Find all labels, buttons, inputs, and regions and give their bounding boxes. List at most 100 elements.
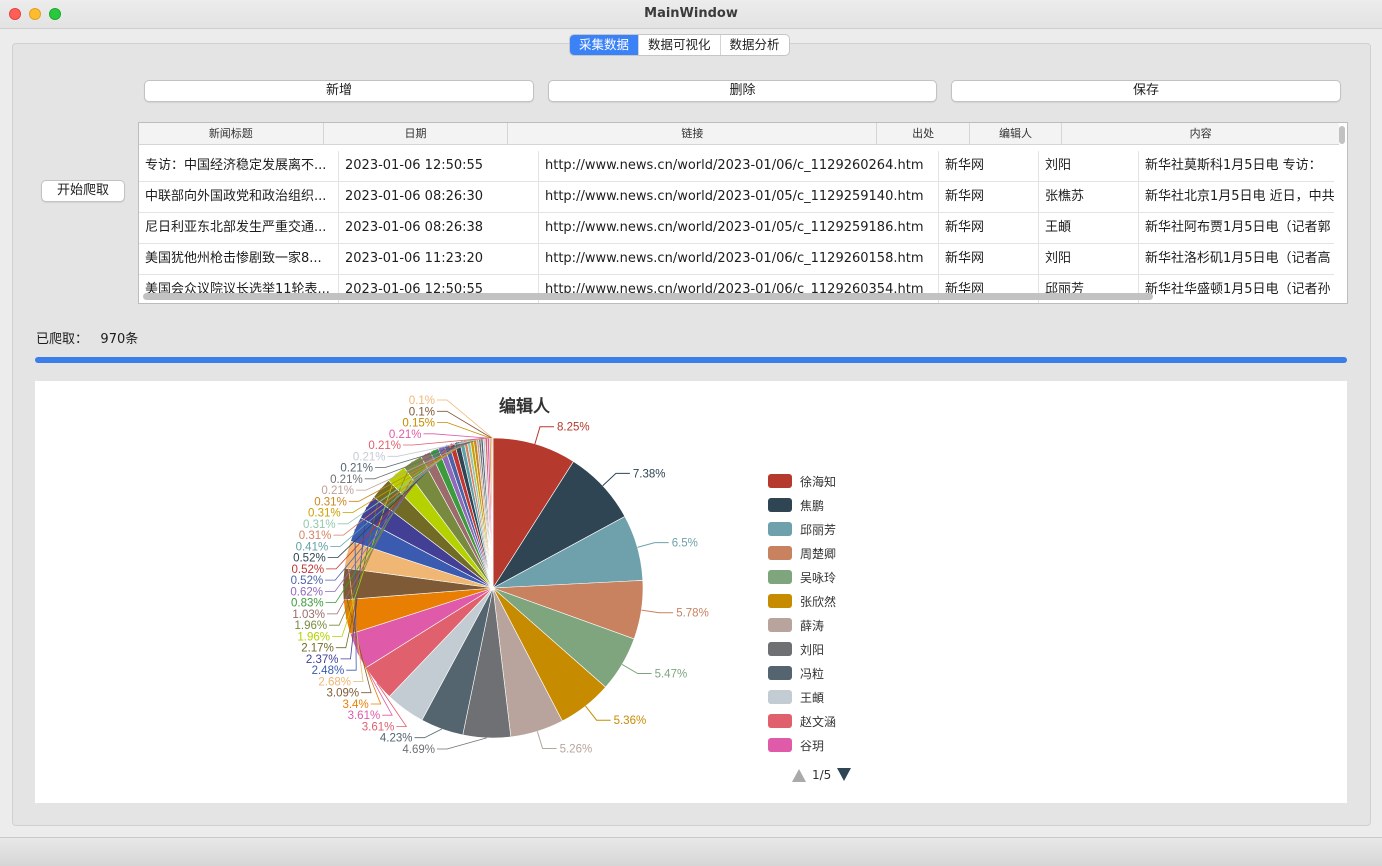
legend-swatch (768, 690, 792, 704)
slice-label: 1.96% (294, 620, 327, 632)
tab-analysis[interactable]: 数据分析 (721, 35, 789, 55)
slice-label: 0.15% (402, 418, 435, 430)
table-row[interactable]: 专访：中国经济稳定发展离不... 2023-01-06 12:50:55 htt… (139, 151, 1334, 182)
legend-label: 冯粒 (800, 666, 825, 681)
slice-label: 3.09% (326, 688, 359, 700)
legend-item[interactable]: 王頔 (768, 688, 824, 706)
label-line (602, 472, 630, 487)
table-row[interactable]: 尼日利亚东北部发生严重交通... 2023-01-06 08:26:38 htt… (139, 213, 1334, 244)
slice-label: 0.21% (340, 463, 373, 475)
legend-label: 张欣然 (800, 594, 837, 609)
legend-label: 周楚卿 (800, 546, 837, 561)
legend-item[interactable]: 薛涛 (768, 616, 824, 634)
save-button[interactable]: 保存 (951, 80, 1341, 102)
table-row[interactable]: 美国犹他州枪击惨剧致一家8... 2023-01-06 11:23:20 htt… (139, 244, 1334, 275)
legend-swatch (768, 666, 792, 680)
cell-date[interactable]: 2023-01-06 08:26:30 (339, 182, 539, 212)
legend-item[interactable]: 谷玥 (768, 736, 824, 754)
legend-swatch (768, 594, 792, 608)
cell-editor[interactable]: 张樵苏 (1039, 182, 1139, 212)
column-header-date[interactable]: 日期 (324, 123, 509, 144)
legend-prev-page-icon[interactable] (791, 767, 807, 783)
legend-item[interactable]: 冯粒 (768, 664, 824, 682)
column-header-link[interactable]: 链接 (508, 123, 878, 144)
column-header-source[interactable]: 出处 (877, 123, 970, 144)
label-line (414, 728, 442, 739)
slice-label: 0.31% (303, 519, 336, 531)
tab-visualization[interactable]: 数据可视化 (639, 35, 721, 55)
legend-next-page-icon[interactable] (836, 767, 852, 783)
slice-label: 0.52% (291, 575, 324, 587)
cell-link[interactable]: http://www.news.cn/world/2023-01/05/c_11… (539, 213, 939, 243)
vertical-scrollbar[interactable] (1339, 126, 1345, 144)
legend-swatch (768, 522, 792, 536)
legend-item[interactable]: 邱丽芳 (768, 520, 836, 538)
add-button[interactable]: 新增 (144, 80, 534, 102)
label-line (423, 433, 489, 439)
column-header-content[interactable]: 内容 (1062, 123, 1339, 144)
slice-label: 0.21% (321, 485, 354, 497)
cell-editor[interactable]: 刘阳 (1039, 151, 1139, 181)
column-header-editor[interactable]: 编辑人 (970, 123, 1063, 144)
cell-date[interactable]: 2023-01-06 12:50:55 (339, 151, 539, 181)
cell-source[interactable]: 新华网 (939, 213, 1039, 243)
legend-label: 徐海知 (800, 474, 837, 489)
column-header-title[interactable]: 新闻标题 (139, 123, 324, 144)
legend-item[interactable]: 吴咏玲 (768, 568, 836, 586)
legend-item[interactable]: 赵文涵 (768, 712, 836, 730)
label-line (437, 410, 492, 439)
cell-content[interactable]: 新华社莫斯科1月5日电 专访： (1139, 151, 1334, 181)
slice-label: 0.21% (389, 429, 422, 441)
cell-source[interactable]: 新华网 (939, 151, 1039, 181)
cell-date[interactable]: 2023-01-06 08:26:38 (339, 213, 539, 243)
legend-swatch (768, 714, 792, 728)
cell-title[interactable]: 中联部向外国政党和政治组织... (139, 182, 339, 212)
cell-content[interactable]: 新华社洛杉矶1月5日电（记者高 (1139, 244, 1334, 274)
legend-item[interactable]: 焦鹏 (768, 496, 824, 514)
horizontal-scrollbar[interactable] (143, 293, 1153, 300)
cell-editor[interactable]: 刘阳 (1039, 244, 1139, 274)
slice-label: 0.21% (330, 474, 363, 486)
slice-label: 0.62% (290, 586, 323, 598)
editor-pie-chart: 8.25% 7.38% 6.5% 5.78% 5.47% 5.36% 5.26% 4.69%4… (290, 395, 709, 756)
cell-source[interactable]: 新华网 (939, 244, 1039, 274)
legend-pager: 1/5 (791, 767, 852, 783)
table-row[interactable]: 中联部向外国政党和政治组织... 2023-01-06 08:26:30 htt… (139, 182, 1334, 213)
slice-label: 0.52% (291, 564, 324, 576)
cell-link[interactable]: http://www.news.cn/world/2023-01/06/c_11… (539, 244, 939, 274)
slice-label: 0.21% (368, 440, 401, 452)
cell-content[interactable]: 新华社阿布贾1月5日电（记者郭 (1139, 213, 1334, 243)
slice-label: 1.96% (297, 631, 330, 643)
legend-label: 赵文涵 (800, 714, 837, 729)
legend-item[interactable]: 徐海知 (768, 472, 836, 490)
legend-item[interactable]: 刘阳 (768, 640, 824, 658)
news-table[interactable]: 新闻标题 日期 链接 出处 编辑人 内容 专访：中国经济稳定发展离不... 20… (138, 122, 1348, 304)
cell-source[interactable]: 新华网 (939, 182, 1039, 212)
slice-label: 8.25% (557, 422, 590, 434)
cell-date[interactable]: 2023-01-06 11:23:20 (339, 244, 539, 274)
cell-content[interactable]: 新华社华盛顿1月5日电（记者孙 (1139, 275, 1334, 303)
cell-link[interactable]: http://www.news.cn/world/2023-01/06/c_11… (539, 151, 939, 181)
slice-label: 0.31% (299, 530, 332, 542)
start-crawl-button[interactable]: 开始爬取 (41, 180, 125, 202)
legend-swatch (768, 546, 792, 560)
tab-collect-data[interactable]: 采集数据 (570, 35, 640, 55)
legend-label: 吴咏玲 (800, 570, 837, 585)
cell-title[interactable]: 尼日利亚东北部发生严重交通... (139, 213, 339, 243)
label-line (437, 737, 487, 750)
cell-title[interactable]: 美国犹他州枪击惨剧致一家8... (139, 244, 339, 274)
slice-label: 5.78% (676, 608, 709, 620)
legend-swatch (768, 474, 792, 488)
cell-link[interactable]: http://www.news.cn/world/2023-01/05/c_11… (539, 182, 939, 212)
cell-editor[interactable]: 王頔 (1039, 213, 1139, 243)
cell-content[interactable]: 新华社北京1月5日电 近日，中共 (1139, 182, 1334, 212)
label-line (536, 731, 557, 749)
legend-label: 薛涛 (800, 618, 825, 633)
delete-button[interactable]: 删除 (548, 80, 937, 102)
legend-item[interactable]: 张欣然 (768, 592, 836, 610)
slice-label: 5.26% (560, 744, 593, 756)
legend-item[interactable]: 周楚卿 (768, 544, 836, 562)
cell-title[interactable]: 专访：中国经济稳定发展离不... (139, 151, 339, 181)
title-bar: MainWindow (0, 0, 1382, 29)
slice-label: 2.68% (318, 677, 351, 689)
